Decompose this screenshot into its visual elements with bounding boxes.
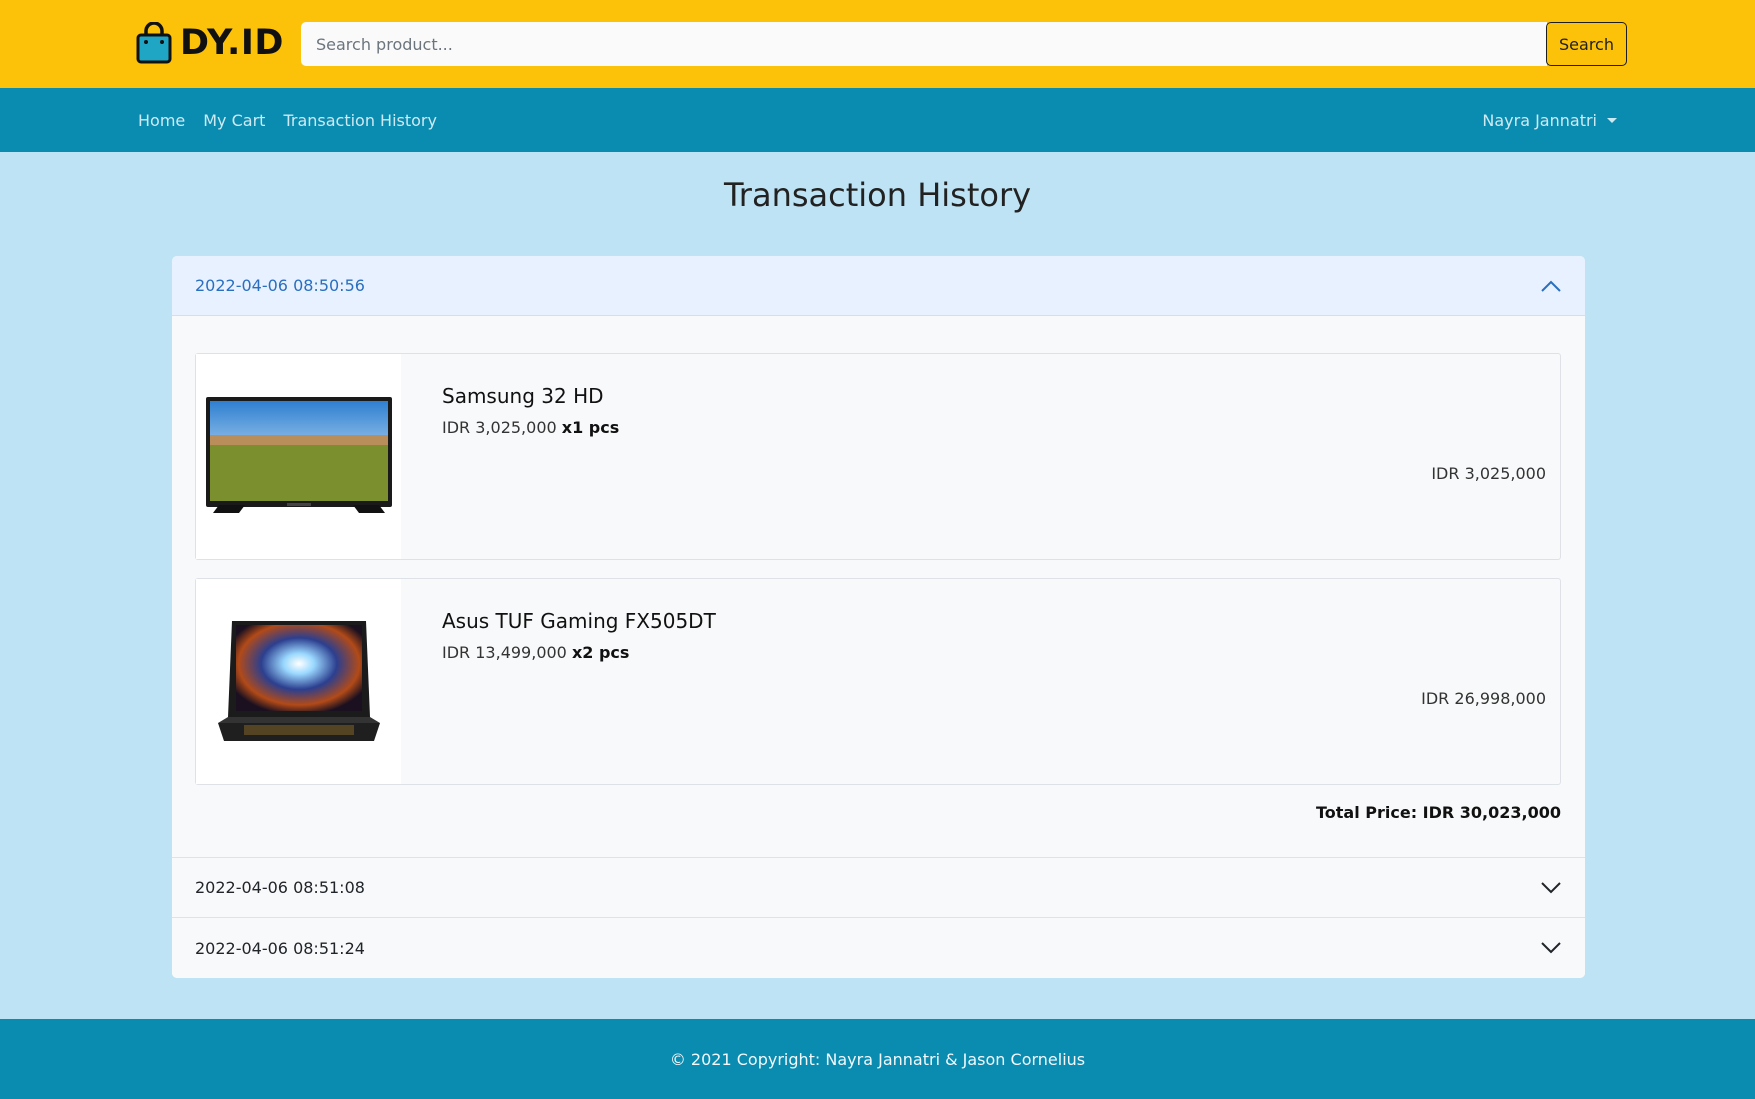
transaction-item: Samsung 32 HD IDR 3,025,000 x1 pcs IDR 3…: [195, 353, 1561, 560]
footer-copyright: © 2021 Copyright: Nayra Jannatri & Jason…: [669, 1049, 1086, 1069]
quantity: x1 pcs: [561, 418, 620, 437]
transaction-item: Asus TUF Gaming FX505DT IDR 13,499,000 x…: [195, 578, 1561, 785]
brand-name: DY.ID: [180, 23, 284, 63]
chevron-up-icon: [1541, 280, 1561, 292]
tv-image-icon: [205, 396, 392, 513]
search-input[interactable]: [301, 22, 1547, 66]
product-info: Samsung 32 HD IDR 3,025,000 x1 pcs: [401, 354, 619, 559]
nav-link-transaction-history[interactable]: Transaction History: [283, 111, 437, 130]
unit-price: IDR 13,499,000: [442, 643, 567, 662]
shopping-bag-icon: [136, 22, 172, 64]
top-header: DY.ID Search: [0, 0, 1755, 88]
chevron-down-icon: [1541, 942, 1561, 954]
transaction-accordion: 2022-04-06 08:50:56 Samsung 32 HD IDR 3,…: [172, 256, 1585, 978]
user-dropdown[interactable]: Nayra Jannatri: [1482, 88, 1617, 152]
item-subtotal: IDR 3,025,000: [1431, 464, 1546, 483]
quantity: x2 pcs: [571, 643, 630, 662]
transaction-timestamp: 2022-04-06 08:51:08: [195, 878, 365, 897]
caret-down-icon: [1607, 117, 1617, 123]
search-bar: Search: [301, 22, 1627, 66]
product-info: Asus TUF Gaming FX505DT IDR 13,499,000 x…: [401, 579, 716, 784]
product-name: Asus TUF Gaming FX505DT: [442, 609, 716, 633]
transaction-timestamp: 2022-04-06 08:50:56: [195, 276, 365, 295]
chevron-down-icon: [1541, 881, 1561, 893]
transaction-header[interactable]: 2022-04-06 08:50:56: [172, 256, 1585, 316]
brand-logo[interactable]: DY.ID: [136, 18, 284, 68]
transaction-timestamp: 2022-04-06 08:51:24: [195, 938, 365, 958]
transaction-header[interactable]: 2022-04-06 08:51:08: [172, 858, 1585, 918]
product-price-line: IDR 13,499,000 x2 pcs: [442, 643, 716, 662]
footer: © 2021 Copyright: Nayra Jannatri & Jason…: [0, 1019, 1755, 1099]
transaction-header[interactable]: 2022-04-06 08:51:24: [172, 918, 1585, 978]
total-price: Total Price: IDR 30,023,000: [1315, 803, 1561, 822]
main-navbar: Home My Cart Transaction History Nayra J…: [0, 88, 1755, 152]
nav-links: Home My Cart Transaction History: [138, 88, 455, 152]
user-name: Nayra Jannatri: [1482, 110, 1597, 130]
product-image: [196, 579, 401, 784]
product-name: Samsung 32 HD: [442, 384, 604, 408]
unit-price: IDR 3,025,000: [442, 418, 557, 437]
search-button[interactable]: Search: [1546, 22, 1627, 66]
product-image: [196, 354, 401, 559]
product-price-line: IDR 3,025,000 x1 pcs: [442, 418, 619, 437]
nav-link-my-cart[interactable]: My Cart: [203, 111, 265, 130]
page-title: Transaction History: [723, 176, 1032, 214]
transaction-body: Samsung 32 HD IDR 3,025,000 x1 pcs IDR 3…: [172, 316, 1585, 858]
nav-link-home[interactable]: Home: [138, 111, 185, 130]
laptop-image-icon: [217, 620, 380, 741]
item-subtotal: IDR 26,998,000: [1421, 689, 1546, 708]
